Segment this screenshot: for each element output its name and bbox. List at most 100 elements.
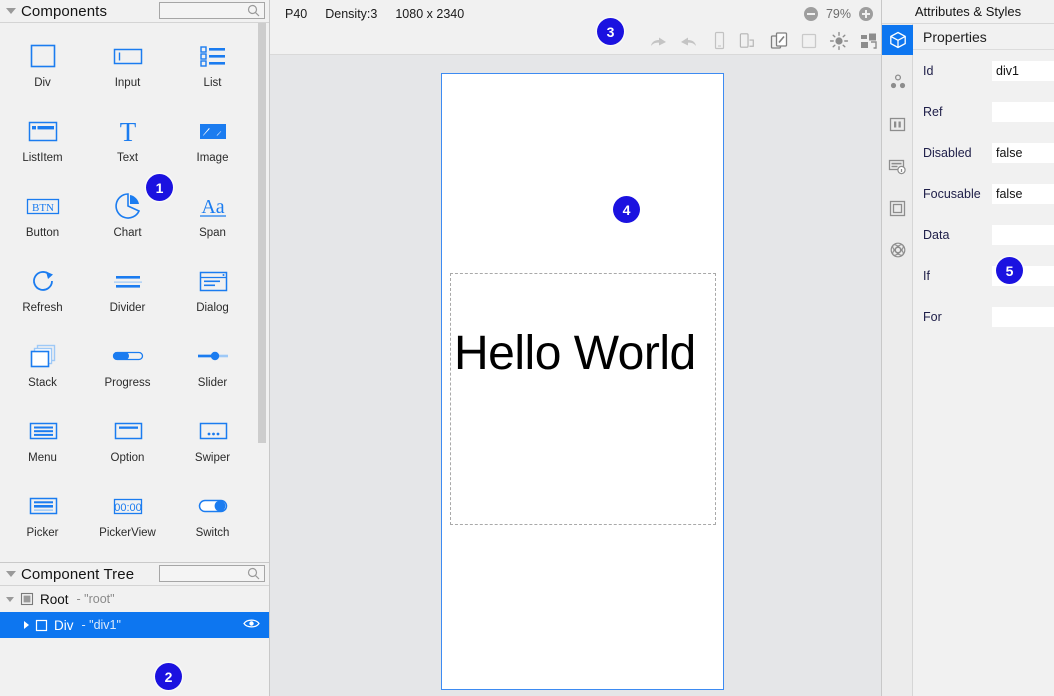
property-input-ref[interactable] — [992, 101, 1054, 122]
progress-icon — [109, 338, 147, 374]
plus-circle-icon[interactable] — [859, 6, 873, 21]
brightness-button[interactable] — [828, 31, 849, 52]
zoom-controls: 79% — [803, 0, 873, 27]
rail-tab-properties[interactable] — [882, 25, 913, 55]
step-badge-3: 3 — [597, 18, 624, 45]
property-label: Data — [923, 227, 950, 242]
device-resolution: 1080 x 2340 — [395, 6, 465, 21]
component-tree-header: Component Tree — [0, 563, 269, 586]
components-scroll-area[interactable]: Div Input List ListItem T Text Image BTN… — [0, 23, 269, 562]
redo-arrow-icon — [681, 37, 696, 46]
landscape-orientation-button[interactable] — [738, 31, 759, 52]
component-item-slider[interactable]: Slider — [170, 331, 255, 406]
property-label: If — [923, 268, 930, 283]
layout-grid-icon — [860, 33, 877, 49]
zoom-value: 79% — [825, 6, 851, 21]
rail-tab-frame[interactable] — [882, 193, 913, 223]
component-item-pickerview[interactable]: 00:00 PickerView — [85, 481, 170, 556]
undo-arrow-icon — [651, 37, 666, 46]
property-label: Ref — [923, 104, 943, 119]
minus-circle-icon[interactable] — [803, 6, 818, 21]
component-item-stack[interactable]: Stack — [0, 331, 85, 406]
phone-landscape-icon — [739, 33, 754, 48]
redo-button[interactable] — [678, 31, 699, 52]
property-input-disabled[interactable]: false — [992, 142, 1054, 163]
brightness-sun-icon — [829, 31, 848, 51]
properties-title: Properties — [913, 24, 1054, 50]
component-item-span[interactable]: Aa Span — [170, 181, 255, 256]
component-item-listitem[interactable]: ListItem — [0, 106, 85, 181]
cube-icon — [889, 31, 906, 49]
component-item-progress[interactable]: Progress — [85, 331, 170, 406]
component-tree-search-input[interactable] — [159, 565, 265, 582]
component-tree-title: Component Tree — [21, 565, 135, 583]
component-item-input[interactable]: Input — [85, 31, 170, 106]
nodes-icon — [890, 74, 905, 89]
fullscreen-button[interactable] — [798, 31, 819, 52]
stack-icon — [26, 338, 60, 374]
attributes-styles-title: Attributes & Styles — [882, 0, 1054, 24]
triangle-down-icon[interactable] — [6, 571, 16, 577]
divider-icon — [111, 263, 145, 299]
property-input-data[interactable] — [992, 224, 1054, 245]
info-card-icon — [888, 159, 906, 174]
undo-button[interactable] — [648, 31, 669, 52]
phone-frame[interactable]: Hello World — [441, 73, 724, 690]
rail-tab-info-card[interactable] — [882, 151, 913, 181]
root-node-icon — [20, 592, 34, 606]
rotate-device-button[interactable] — [768, 31, 789, 52]
chart-pie-icon — [112, 188, 144, 224]
component-item-picker[interactable]: Picker — [0, 481, 85, 556]
chevron-down-icon[interactable] — [6, 596, 14, 602]
component-item-switch[interactable]: Switch — [170, 481, 255, 556]
tree-row-div[interactable]: Div - "div1" — [0, 612, 269, 638]
rail-tab-nodes[interactable] — [882, 67, 913, 97]
svg-text:Aa: Aa — [201, 196, 224, 218]
component-item-button[interactable]: BTN Button — [0, 181, 85, 256]
component-item-menu[interactable]: Menu — [0, 406, 85, 481]
property-input-for[interactable] — [992, 306, 1054, 327]
property-input-focusable[interactable]: false — [992, 183, 1054, 204]
step-badge-5: 5 — [996, 257, 1023, 284]
chevron-right-icon[interactable] — [24, 621, 29, 629]
preview-toolbar-buttons — [648, 27, 879, 55]
tree-row-root[interactable]: Root - "root" — [0, 586, 269, 612]
picker-icon — [26, 488, 60, 524]
rotate-device-icon — [770, 32, 787, 49]
slider-icon — [194, 338, 232, 374]
selected-div-outline[interactable]: Hello World — [450, 273, 716, 525]
svg-text:BTN: BTN — [32, 202, 54, 214]
component-item-dialog[interactable]: Dialog — [170, 256, 255, 331]
eye-icon[interactable] — [243, 618, 260, 633]
components-panel-header: Components — [0, 0, 269, 23]
component-item-text[interactable]: T Text — [85, 106, 170, 181]
input-icon — [111, 38, 145, 74]
attributes-icon-rail — [882, 24, 913, 696]
pickerview-icon: 00:00 — [106, 488, 150, 524]
components-search-input[interactable] — [159, 2, 265, 19]
tree-row-ref: - "div1" — [81, 618, 121, 632]
components-scrollbar[interactable] — [258, 23, 266, 443]
phone-preview-canvas[interactable]: Hello World — [270, 56, 881, 696]
columns-icon — [889, 117, 906, 131]
component-item-divider[interactable]: Divider — [85, 256, 170, 331]
component-item-swiper[interactable]: Swiper — [170, 406, 255, 481]
ide-window: Components Div Input List ListItem T Tex… — [0, 0, 1054, 696]
component-item-image[interactable]: Image — [170, 106, 255, 181]
portrait-orientation-button[interactable] — [708, 31, 729, 52]
option-icon — [111, 413, 145, 449]
property-input-id[interactable]: div1 — [992, 60, 1054, 81]
component-item-div[interactable]: Div — [0, 31, 85, 106]
component-item-refresh[interactable]: Refresh — [0, 256, 85, 331]
rail-tab-atom[interactable] — [882, 235, 913, 265]
text-icon: T — [112, 113, 144, 149]
component-item-option[interactable]: Option — [85, 406, 170, 481]
tree-row-ref: - "root" — [76, 592, 115, 606]
component-item-list[interactable]: List — [170, 31, 255, 106]
triangle-down-icon[interactable] — [6, 8, 16, 14]
components-panel: Components Div Input List ListItem T Tex… — [0, 0, 270, 696]
rail-tab-columns[interactable] — [882, 109, 913, 139]
property-row-if: If — [913, 255, 1054, 296]
menu-icon — [26, 413, 60, 449]
layout-button[interactable] — [858, 31, 879, 52]
